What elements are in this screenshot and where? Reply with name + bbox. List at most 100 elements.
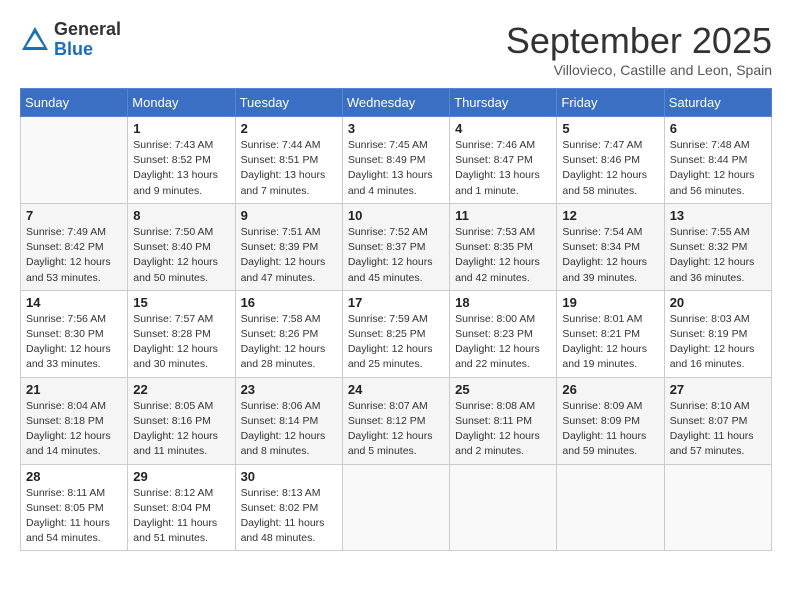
calendar-cell: 9Sunrise: 7:51 AM Sunset: 8:39 PM Daylig…	[235, 203, 342, 290]
day-info: Sunrise: 7:48 AM Sunset: 8:44 PM Dayligh…	[670, 138, 766, 199]
day-number: 10	[348, 208, 444, 223]
day-info: Sunrise: 8:03 AM Sunset: 8:19 PM Dayligh…	[670, 312, 766, 373]
calendar-header-row: SundayMondayTuesdayWednesdayThursdayFrid…	[21, 89, 772, 117]
day-number: 29	[133, 469, 229, 484]
day-info: Sunrise: 7:46 AM Sunset: 8:47 PM Dayligh…	[455, 138, 551, 199]
calendar-cell	[557, 464, 664, 551]
day-number: 4	[455, 121, 551, 136]
day-info: Sunrise: 8:06 AM Sunset: 8:14 PM Dayligh…	[241, 399, 337, 460]
calendar-cell: 22 Sunrise: 8:05 AM Sunset: 8:16 PM Dayli…	[128, 377, 235, 464]
logo: General Blue	[20, 20, 121, 60]
day-info: Sunrise: 7:47 AM Sunset: 8:46 PM Dayligh…	[562, 138, 658, 199]
calendar-week-3: 14 Sunrise: 7:56 AM Sunset: 8:30 PM Dayli…	[21, 290, 772, 377]
calendar-cell: 25 Sunrise: 8:08 AM Sunset: 8:11 PM Dayli…	[450, 377, 557, 464]
day-header-sunday: Sunday	[21, 89, 128, 117]
calendar-week-5: 28 Sunrise: 8:11 AM Sunset: 8:05 PM Dayli…	[21, 464, 772, 551]
day-number: 25	[455, 382, 551, 397]
day-number: 1	[133, 121, 229, 136]
day-info: Sunrise: 7:43 AM Sunset: 8:52 PM Dayligh…	[133, 138, 229, 199]
calendar-cell: 14 Sunrise: 7:56 AM Sunset: 8:30 PM Dayli…	[21, 290, 128, 377]
page-header: General Blue September 2025 Villovieco, …	[20, 20, 772, 78]
day-info: Sunrise: 7:45 AM Sunset: 8:49 PM Dayligh…	[348, 138, 444, 199]
day-info: Sunrise: 8:13 AM Sunset: 8:02 PM Dayligh…	[241, 486, 337, 547]
day-header-thursday: Thursday	[450, 89, 557, 117]
day-number: 6	[670, 121, 766, 136]
day-info: Sunrise: 8:08 AM Sunset: 8:11 PM Dayligh…	[455, 399, 551, 460]
day-info: Sunrise: 7:50 AM Sunset: 8:40 PM Dayligh…	[133, 225, 229, 286]
day-number: 21	[26, 382, 122, 397]
logo-general-text: General	[54, 20, 121, 40]
calendar-cell: 18 Sunrise: 8:00 AM Sunset: 8:23 PM Dayli…	[450, 290, 557, 377]
day-number: 20	[670, 295, 766, 310]
day-info: Sunrise: 7:54 AM Sunset: 8:34 PM Dayligh…	[562, 225, 658, 286]
day-number: 3	[348, 121, 444, 136]
day-info: Sunrise: 8:10 AM Sunset: 8:07 PM Dayligh…	[670, 399, 766, 460]
day-info: Sunrise: 7:52 AM Sunset: 8:37 PM Dayligh…	[348, 225, 444, 286]
day-info: Sunrise: 8:01 AM Sunset: 8:21 PM Dayligh…	[562, 312, 658, 373]
calendar-cell: 1 Sunrise: 7:43 AM Sunset: 8:52 PM Daylig…	[128, 117, 235, 204]
calendar-cell: 20 Sunrise: 8:03 AM Sunset: 8:19 PM Dayli…	[664, 290, 771, 377]
day-info: Sunrise: 7:58 AM Sunset: 8:26 PM Dayligh…	[241, 312, 337, 373]
calendar-cell: 3 Sunrise: 7:45 AM Sunset: 8:49 PM Daylig…	[342, 117, 449, 204]
month-title: September 2025	[506, 20, 772, 62]
calendar-cell	[21, 117, 128, 204]
day-number: 16	[241, 295, 337, 310]
logo-text: General Blue	[54, 20, 121, 60]
calendar-cell: 10 Sunrise: 7:52 AM Sunset: 8:37 PM Dayli…	[342, 203, 449, 290]
calendar-cell: 30 Sunrise: 8:13 AM Sunset: 8:02 PM Dayli…	[235, 464, 342, 551]
calendar-cell: 23 Sunrise: 8:06 AM Sunset: 8:14 PM Dayli…	[235, 377, 342, 464]
calendar-cell: 11 Sunrise: 7:53 AM Sunset: 8:35 PM Dayli…	[450, 203, 557, 290]
day-number: 28	[26, 469, 122, 484]
day-number: 5	[562, 121, 658, 136]
day-number: 30	[241, 469, 337, 484]
day-info: Sunrise: 7:53 AM Sunset: 8:35 PM Dayligh…	[455, 225, 551, 286]
day-info: Sunrise: 7:44 AM Sunset: 8:51 PM Dayligh…	[241, 138, 337, 199]
logo-blue-text: Blue	[54, 40, 121, 60]
day-info: Sunrise: 8:09 AM Sunset: 8:09 PM Dayligh…	[562, 399, 658, 460]
calendar-cell: 27 Sunrise: 8:10 AM Sunset: 8:07 PM Dayli…	[664, 377, 771, 464]
day-number: 14	[26, 295, 122, 310]
calendar-cell: 19 Sunrise: 8:01 AM Sunset: 8:21 PM Dayli…	[557, 290, 664, 377]
day-number: 13	[670, 208, 766, 223]
calendar-week-1: 1 Sunrise: 7:43 AM Sunset: 8:52 PM Daylig…	[21, 117, 772, 204]
calendar-cell: 28 Sunrise: 8:11 AM Sunset: 8:05 PM Dayli…	[21, 464, 128, 551]
location-text: Villovieco, Castille and Leon, Spain	[506, 62, 772, 78]
day-number: 19	[562, 295, 658, 310]
calendar-cell: 7Sunrise: 7:49 AM Sunset: 8:42 PM Daylig…	[21, 203, 128, 290]
calendar-cell: 13Sunrise: 7:55 AM Sunset: 8:32 PM Dayli…	[664, 203, 771, 290]
day-info: Sunrise: 7:56 AM Sunset: 8:30 PM Dayligh…	[26, 312, 122, 373]
day-info: Sunrise: 8:00 AM Sunset: 8:23 PM Dayligh…	[455, 312, 551, 373]
day-number: 8	[133, 208, 229, 223]
calendar-week-2: 7Sunrise: 7:49 AM Sunset: 8:42 PM Daylig…	[21, 203, 772, 290]
calendar-cell: 4 Sunrise: 7:46 AM Sunset: 8:47 PM Daylig…	[450, 117, 557, 204]
calendar-cell: 16 Sunrise: 7:58 AM Sunset: 8:26 PM Dayli…	[235, 290, 342, 377]
day-info: Sunrise: 8:05 AM Sunset: 8:16 PM Dayligh…	[133, 399, 229, 460]
calendar-cell: 8 Sunrise: 7:50 AM Sunset: 8:40 PM Daylig…	[128, 203, 235, 290]
calendar-cell	[342, 464, 449, 551]
calendar-table: SundayMondayTuesdayWednesdayThursdayFrid…	[20, 88, 772, 551]
day-number: 27	[670, 382, 766, 397]
day-info: Sunrise: 7:57 AM Sunset: 8:28 PM Dayligh…	[133, 312, 229, 373]
calendar-cell: 5 Sunrise: 7:47 AM Sunset: 8:46 PM Daylig…	[557, 117, 664, 204]
day-number: 23	[241, 382, 337, 397]
calendar-cell: 17Sunrise: 7:59 AM Sunset: 8:25 PM Dayli…	[342, 290, 449, 377]
day-number: 11	[455, 208, 551, 223]
logo-icon	[20, 25, 50, 55]
day-info: Sunrise: 8:12 AM Sunset: 8:04 PM Dayligh…	[133, 486, 229, 547]
day-number: 22	[133, 382, 229, 397]
calendar-cell: 24Sunrise: 8:07 AM Sunset: 8:12 PM Dayli…	[342, 377, 449, 464]
day-header-wednesday: Wednesday	[342, 89, 449, 117]
day-number: 9	[241, 208, 337, 223]
day-info: Sunrise: 7:59 AM Sunset: 8:25 PM Dayligh…	[348, 312, 444, 373]
calendar-cell: 2Sunrise: 7:44 AM Sunset: 8:51 PM Daylig…	[235, 117, 342, 204]
calendar-cell: 29 Sunrise: 8:12 AM Sunset: 8:04 PM Dayli…	[128, 464, 235, 551]
calendar-cell: 26Sunrise: 8:09 AM Sunset: 8:09 PM Dayli…	[557, 377, 664, 464]
day-header-friday: Friday	[557, 89, 664, 117]
calendar-cell: 12Sunrise: 7:54 AM Sunset: 8:34 PM Dayli…	[557, 203, 664, 290]
day-number: 18	[455, 295, 551, 310]
calendar-week-4: 21Sunrise: 8:04 AM Sunset: 8:18 PM Dayli…	[21, 377, 772, 464]
day-info: Sunrise: 8:07 AM Sunset: 8:12 PM Dayligh…	[348, 399, 444, 460]
day-header-monday: Monday	[128, 89, 235, 117]
day-info: Sunrise: 8:11 AM Sunset: 8:05 PM Dayligh…	[26, 486, 122, 547]
day-number: 15	[133, 295, 229, 310]
